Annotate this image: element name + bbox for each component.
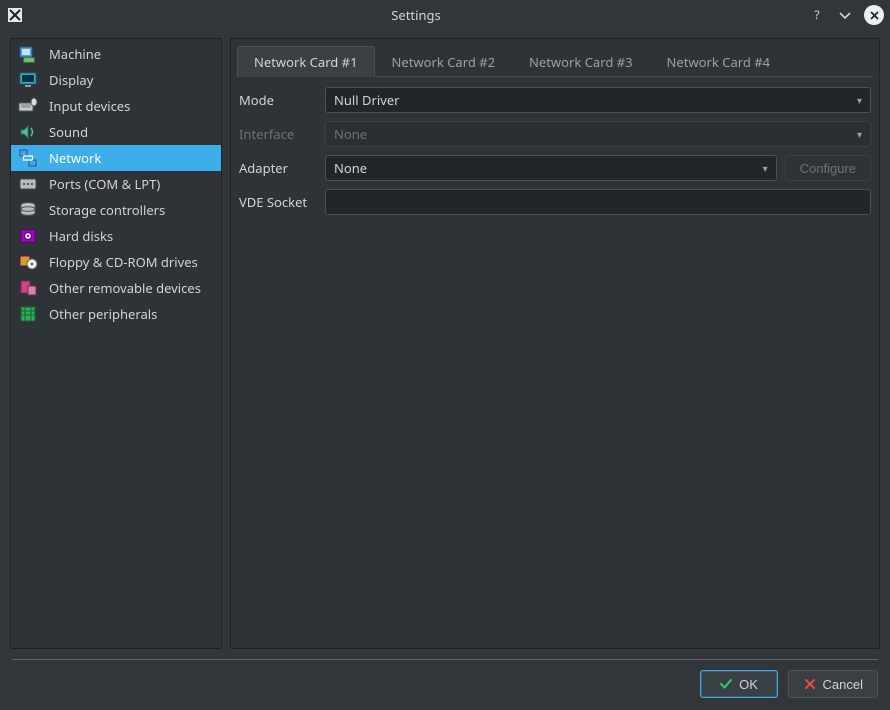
settings-panel: Network Card #1 Network Card #2 Network … [230,38,880,649]
network-form: Mode Null Driver ▾ Interface None ▾ Adap… [237,77,873,217]
settings-window: Settings ? Machine [0,0,890,710]
hard-disks-icon [17,225,39,247]
mode-select[interactable]: Null Driver ▾ [325,87,871,113]
close-button[interactable] [864,5,884,25]
chevron-down-icon: ▾ [857,127,862,141]
sidebar-item-label: Other peripherals [49,305,157,323]
window-title: Settings [30,6,802,24]
cancel-button[interactable]: Cancel [788,670,878,698]
tab-network-card-4[interactable]: Network Card #4 [650,46,788,77]
chevron-down-icon: ▾ [857,93,862,107]
sidebar-item-machine[interactable]: Machine [11,41,221,67]
sidebar-item-display[interactable]: Display [11,67,221,93]
sidebar-item-other-peripherals[interactable]: Other peripherals [11,301,221,327]
vde-socket-label: VDE Socket [239,193,317,211]
adapter-select[interactable]: None ▾ [325,155,777,181]
cancel-x-icon [803,677,817,691]
sidebar-item-label: Floppy & CD-ROM drives [49,253,198,271]
mode-label: Mode [239,91,317,109]
tab-network-card-1[interactable]: Network Card #1 [237,46,375,77]
sidebar-item-network[interactable]: Network [11,145,221,171]
adapter-row: None ▾ Configure [325,155,871,181]
mode-value: Null Driver [334,91,400,109]
input-devices-icon [17,95,39,117]
tab-network-card-2[interactable]: Network Card #2 [375,46,513,77]
sidebar-item-label: Storage controllers [49,201,165,219]
sidebar-item-label: Ports (COM & LPT) [49,175,160,193]
sidebar-item-floppy-cdrom[interactable]: Floppy & CD-ROM drives [11,249,221,275]
sidebar-item-label: Other removable devices [49,279,201,297]
help-button[interactable]: ? [808,6,826,24]
ok-checkmark-icon [719,677,733,691]
interface-select: None ▾ [325,121,871,147]
machine-icon [17,43,39,65]
sidebar-item-label: Machine [49,45,101,63]
display-icon [17,69,39,91]
sidebar-item-label: Network [49,149,101,167]
dialog-body: Machine Display Input devices Sound [0,30,890,649]
configure-button: Configure [785,155,871,181]
adapter-label: Adapter [239,159,317,177]
sidebar-item-label: Hard disks [49,227,113,245]
footer-buttons: OK Cancel [12,670,878,698]
network-icon [17,147,39,169]
sidebar-item-ports[interactable]: Ports (COM & LPT) [11,171,221,197]
other-removable-icon [17,277,39,299]
sidebar-item-label: Input devices [49,97,130,115]
chevron-down-icon: ▾ [763,161,768,175]
ok-label: OK [739,677,758,692]
svg-text:?: ? [814,8,819,22]
adapter-value: None [334,159,367,177]
sidebar-item-other-removable[interactable]: Other removable devices [11,275,221,301]
interface-label: Interface [239,125,317,143]
network-card-tabs: Network Card #1 Network Card #2 Network … [237,45,873,77]
sidebar-item-hard-disks[interactable]: Hard disks [11,223,221,249]
cancel-label: Cancel [823,677,863,692]
category-sidebar[interactable]: Machine Display Input devices Sound [10,38,222,649]
floppy-cdrom-icon [17,251,39,273]
ports-icon [17,173,39,195]
window-buttons: ? [808,5,884,25]
sidebar-item-label: Display [49,71,93,89]
titlebar: Settings ? [0,0,890,30]
vde-socket-input[interactable] [325,189,871,215]
app-icon [6,6,24,24]
ok-button[interactable]: OK [700,670,778,698]
tab-network-card-3[interactable]: Network Card #3 [512,46,650,77]
interface-value: None [334,125,367,143]
sidebar-item-label: Sound [49,123,88,141]
dialog-footer: OK Cancel [0,649,890,710]
other-peripherals-icon [17,303,39,325]
minimize-button[interactable] [836,6,854,24]
storage-controllers-icon [17,199,39,221]
footer-separator [12,659,878,660]
sidebar-item-input-devices[interactable]: Input devices [11,93,221,119]
sidebar-item-storage-controllers[interactable]: Storage controllers [11,197,221,223]
sidebar-item-sound[interactable]: Sound [11,119,221,145]
sound-icon [17,121,39,143]
